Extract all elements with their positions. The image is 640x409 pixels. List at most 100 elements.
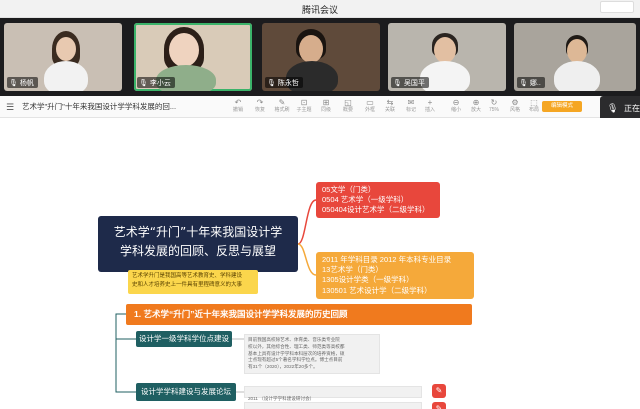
summary-icon: ◱ (344, 98, 352, 107)
video-strip: 🎙 杨帆 🎙 李小云 🎙 陈永哲 🎙 吴国平 🎙 娜.. (0, 18, 640, 96)
layout-button[interactable]: ⬚ 布局 (524, 98, 544, 116)
mic-icon: 🎙 (267, 79, 276, 87)
undo-icon: ↶ (234, 98, 242, 107)
editor-toolbar: ☰ 艺术学"升门"十年来我国设计学学科发展的回... ↶ 撤销 ↷ 恢复 ✎ 格式刷 ⊡ 子主… (0, 96, 640, 118)
zoom-level-button[interactable]: ↻ 75% (484, 98, 504, 116)
video-tile[interactable]: 🎙 娜.. (514, 23, 636, 91)
format-painter-button[interactable]: ✎ 格式刷 (272, 98, 292, 116)
toolbar-button-label: 外框 (364, 107, 375, 113)
note-text: 史和人才培养史上一件具有里程碑意义的大事 (132, 282, 243, 288)
relation-button[interactable]: ⇆ 关联 (380, 98, 400, 116)
node-text: 0504 艺术学（一级学科） (322, 195, 409, 204)
section-title: 1. 艺术学“升门”近十年来我国设计学学科发展的历史回顾 (134, 309, 348, 319)
zoom-in-icon: ⊕ (472, 98, 480, 107)
info-text-node[interactable]: 目前我国高校除艺术、体育类、音乐类专业院 校以外，其他综合性、理工类、师范类等高… (244, 334, 380, 374)
mic-icon: 🎙 (393, 79, 402, 87)
video-tile[interactable]: 🎙 吴国平 (388, 23, 506, 91)
note-text: 艺术学升门是我国高等艺术教育史、学科建设 (132, 273, 243, 279)
info-text: 目前我国高校除艺术、体育类、音乐类专业院 (248, 337, 340, 342)
zoom-level-icon: ↻ (490, 98, 498, 107)
participant-name: 李小云 (149, 79, 171, 87)
boundary-icon: ▭ (366, 98, 374, 107)
redo-button[interactable]: ↷ 恢复 (250, 98, 270, 116)
title-bar: 腾讯会议 (0, 0, 640, 18)
name-tag: 🎙 陈永哲 (265, 77, 303, 88)
node-text: 13艺术学（门类） (322, 265, 383, 275)
video-tile-active[interactable]: 🎙 李小云 (134, 23, 252, 91)
mic-icon: 🎙 (519, 79, 528, 87)
topic-node-orange[interactable]: 2011 年学科目录 2012 年本科专业目录 13艺术学（门类） 1305设计… (316, 252, 474, 299)
toolbar-button-label: 子主题 (296, 107, 312, 113)
top-right-panel[interactable] (600, 1, 634, 13)
boundary-button[interactable]: ▭ 外框 (360, 98, 380, 116)
info-text: 有31个（2020），2022年20多个。 (248, 364, 318, 370)
participant-name: 杨帆 (19, 79, 34, 87)
entry-text: 2011 （设计学学科建设研讨会） (248, 396, 315, 401)
zoom-out-button[interactable]: ⊖ 缩小 (446, 98, 466, 116)
insert-button[interactable]: + 插入 (420, 98, 440, 116)
subtopic-node[interactable]: 设计学一级学科学位点建设 (136, 331, 232, 347)
relation-icon: ⇆ (386, 98, 394, 107)
name-tag: 🎙 李小云 (137, 77, 175, 88)
meeting-window: 腾讯会议 🎙 杨帆 🎙 李小云 🎙 陈永哲 🎙 吴国平 🎙 娜.. ☰ 艺术学"… (0, 0, 640, 409)
subtopic-text: 设计学一级学科学位点建设 (139, 334, 229, 343)
speaking-text: 正在 (624, 104, 640, 113)
window-title: 腾讯会议 (301, 5, 338, 15)
subtopic-text: 设计学学科建设与发展论坛 (141, 387, 231, 396)
participant-name: 吴国平 (403, 79, 425, 87)
document-title[interactable]: 艺术学"升门"十年来我国设计学学科发展的回... (22, 101, 176, 112)
video-tile[interactable]: 🎙 陈永哲 (262, 23, 380, 91)
connector-red (297, 199, 317, 245)
central-topic[interactable]: 艺术学“升门”十年来我国设计学 学科发展的回顾、反思与展望 (98, 216, 298, 272)
entry-node[interactable]: 2011 （设计学学科建设研讨会） (244, 386, 422, 401)
entry-node[interactable] (244, 402, 422, 409)
node-text: 130501 艺术设计学（二级学科） (322, 285, 432, 295)
sibling-topic-button[interactable]: ⊞ 同级 (316, 98, 336, 116)
name-tag: 🎙 杨帆 (7, 77, 38, 88)
toolbar-button-label: 同级 (320, 107, 331, 113)
toolbar-button-label: 缩小 (450, 107, 461, 113)
connector-teal-2 (115, 339, 136, 393)
participant-name: 娜.. (529, 79, 541, 87)
toolbar-button-label: 布局 (528, 107, 539, 113)
summary-button[interactable]: ◱ 概要 (338, 98, 358, 116)
zoom-in-button[interactable]: ⊕ 放大 (466, 98, 486, 116)
format-painter-icon: ✎ (278, 98, 286, 107)
node-text: 050404设计艺术学（二级学科） (322, 205, 430, 214)
child-topic-button[interactable]: ⊡ 子主题 (294, 98, 314, 116)
pencil-icon[interactable]: ✎ (432, 384, 446, 398)
name-tag: 🎙 吴国平 (391, 77, 429, 88)
edit-mode-button[interactable]: 编辑模式 (542, 101, 582, 112)
style-button[interactable]: ⚙ 风格 (505, 98, 525, 116)
node-text: 1305设计学类（一级学科） (322, 275, 414, 285)
toolbar-button-label: 标记 (405, 107, 416, 113)
central-topic-text: 艺术学“升门”十年来我国设计学 (113, 225, 283, 239)
topic-node-red[interactable]: 05文学（门类） 0504 艺术学（一级学科） 050404设计艺术学（二级学科… (316, 182, 440, 218)
toolbar-button-label: 风格 (509, 107, 520, 113)
mindmap-canvas[interactable]: 05文学（门类） 0504 艺术学（一级学科） 050404设计艺术学（二级学科… (0, 118, 640, 409)
pencil-icon[interactable]: ✎ (432, 402, 446, 409)
toolbar-button-label: 放大 (470, 107, 481, 113)
toolbar-button-label: 恢复 (254, 107, 265, 113)
toolbar-button-label: 关联 (384, 107, 395, 113)
child-topic-icon: ⊡ (300, 98, 308, 107)
note-node[interactable]: 艺术学升门是我国高等艺术教育史、学科建设 史和人才培养史上一件具有里程碑意义的大… (128, 270, 258, 294)
marker-button[interactable]: ✉ 标记 (401, 98, 421, 116)
zoom-out-icon: ⊖ (452, 98, 460, 107)
toolbar-button-label: 撤销 (232, 107, 243, 113)
connector-orange (297, 243, 317, 276)
mic-icon: 🎙 (607, 103, 619, 113)
mic-icon: 🎙 (139, 79, 148, 87)
sibling-topic-icon: ⊞ (322, 98, 330, 107)
style-icon: ⚙ (511, 98, 519, 107)
marker-icon: ✉ (407, 98, 415, 107)
toolbar-button-label: 插入 (424, 107, 435, 113)
menu-icon[interactable]: ☰ (6, 102, 14, 113)
subtopic-node[interactable]: 设计学学科建设与发展论坛 (136, 383, 236, 401)
video-tile[interactable]: 🎙 杨帆 (4, 23, 122, 91)
undo-button[interactable]: ↶ 撤销 (228, 98, 248, 116)
section-heading-node[interactable]: 1. 艺术学“升门”近十年来我国设计学学科发展的历史回顾 (126, 304, 472, 325)
info-text: 校以外，其他综合性、理工类、师范类等高校都 (248, 343, 345, 349)
toolbar-button-label: 格式刷 (274, 107, 290, 113)
participant-name: 陈永哲 (277, 79, 299, 87)
